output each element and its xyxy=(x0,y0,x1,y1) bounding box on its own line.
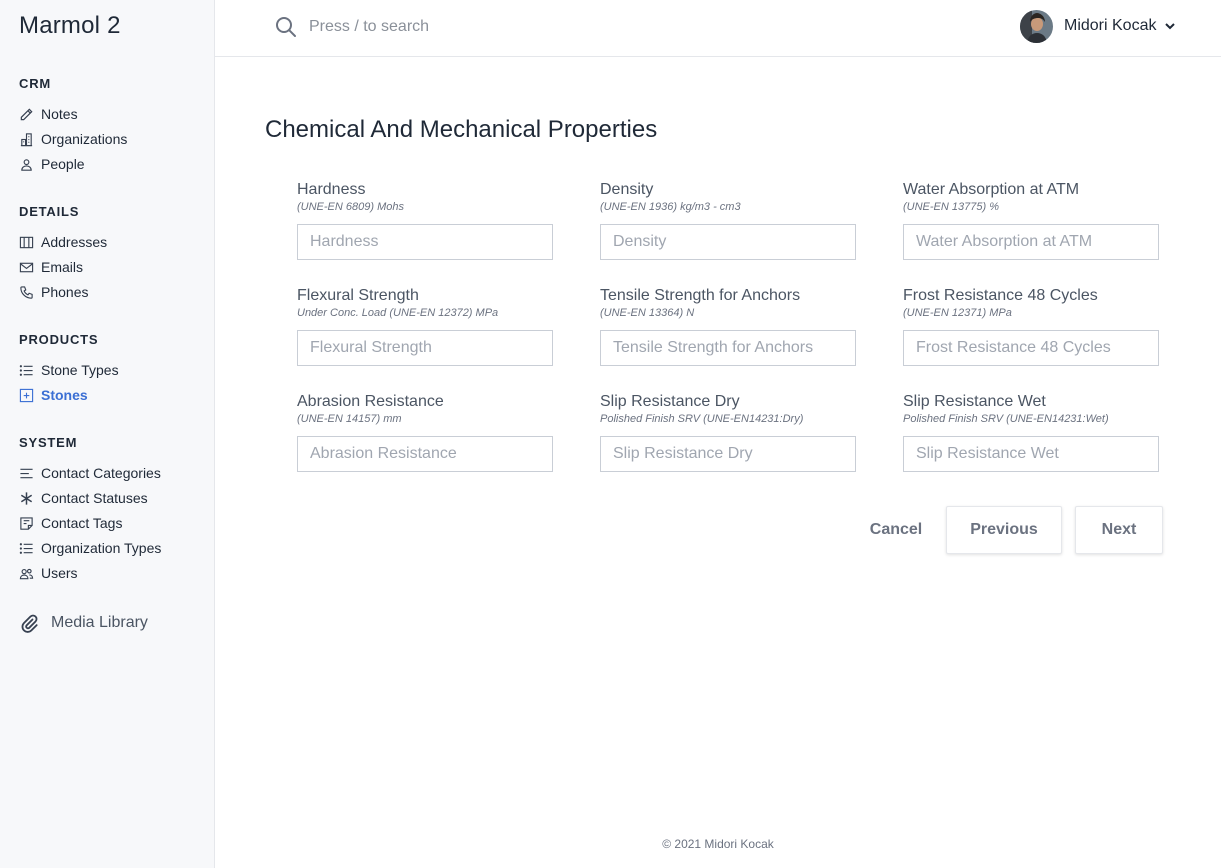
sidebar-item-people[interactable]: People xyxy=(19,153,85,175)
sidebar-section-details: DETAILS xyxy=(19,204,80,219)
field-hint: Under Conc. Load (UNE-EN 12372) MPa xyxy=(297,307,499,319)
paperclip-icon xyxy=(19,613,39,633)
previous-button[interactable]: Previous xyxy=(946,506,1062,554)
water-absorption-input[interactable] xyxy=(903,224,1159,260)
page-title: Chemical And Mechanical Properties xyxy=(265,116,658,143)
tag-note-icon xyxy=(19,516,34,531)
tensile-strength-field: Tensile Strength for Anchors (UNE-EN 133… xyxy=(600,286,856,366)
user-menu[interactable]: Midori Kocak xyxy=(1020,9,1176,43)
field-hint: (UNE-EN 1936) kg/m3 - cm3 xyxy=(600,201,741,213)
sidebar-item-label: Media Library xyxy=(51,614,148,631)
sidebar-item-users[interactable]: Users xyxy=(19,562,78,584)
abrasion-resistance-field: Abrasion Resistance (UNE-EN 14157) mm xyxy=(297,392,553,472)
map-icon xyxy=(19,235,34,250)
user-name: Midori Kocak xyxy=(1064,17,1157,34)
sidebar-item-phones[interactable]: Phones xyxy=(19,281,88,303)
slip-resistance-wet-input[interactable] xyxy=(903,436,1159,472)
chevron-down-icon xyxy=(1165,23,1176,30)
field-hint: (UNE-EN 6809) Mohs xyxy=(297,201,404,213)
density-field: Density (UNE-EN 1936) kg/m3 - cm3 xyxy=(600,180,856,260)
top-bar: Midori Kocak xyxy=(215,0,1221,57)
field-label: Tensile Strength for Anchors xyxy=(600,287,801,304)
menu-alt-icon xyxy=(19,466,34,481)
hardness-field: Hardness (UNE-EN 6809) Mohs xyxy=(297,180,553,260)
asterisk-icon xyxy=(19,491,34,506)
app-title: Marmol 2 xyxy=(19,12,121,39)
footer-copyright: © 2021 Midori Kocak xyxy=(662,837,774,851)
sidebar-item-organizations[interactable]: Organizations xyxy=(19,128,127,150)
field-label: Slip Resistance Dry xyxy=(600,393,740,410)
sidebar-item-label: Organization Types xyxy=(41,540,162,556)
sidebar-item-organization-types[interactable]: Organization Types xyxy=(19,537,161,559)
phone-icon xyxy=(19,285,34,300)
field-hint: (UNE-EN 13775) % xyxy=(903,201,999,213)
sidebar-item-contact-statuses[interactable]: Contact Statuses xyxy=(19,487,148,509)
field-label: Flexural Strength xyxy=(297,287,419,304)
sidebar-item-stone-types[interactable]: Stone Types xyxy=(19,359,119,381)
field-hint: (UNE-EN 14157) mm xyxy=(297,413,402,425)
field-hint: (UNE-EN 13364) N xyxy=(600,307,695,319)
field-label: Abrasion Resistance xyxy=(297,393,444,410)
pencil-icon xyxy=(19,107,34,122)
list-icon xyxy=(19,363,34,378)
tensile-strength-input[interactable] xyxy=(600,330,856,366)
field-hint: (UNE-EN 12371) MPa xyxy=(903,307,1012,319)
sidebar-item-label: Contact Categories xyxy=(41,465,161,481)
sidebar-item-label: Organizations xyxy=(41,131,128,147)
hardness-input[interactable] xyxy=(297,224,553,260)
sidebar-section-products: PRODUCTS xyxy=(19,332,99,347)
plus-square-icon xyxy=(19,388,34,403)
flexural-strength-input[interactable] xyxy=(297,330,553,366)
sidebar-item-notes[interactable]: Notes xyxy=(19,103,78,125)
avatar xyxy=(1020,9,1053,43)
search-input[interactable] xyxy=(309,14,729,40)
field-label: Density xyxy=(600,181,654,198)
sidebar-item-label: Users xyxy=(41,565,78,581)
sidebar-item-label: Contact Statuses xyxy=(41,490,148,506)
water-absorption-field: Water Absorption at ATM (UNE-EN 13775) % xyxy=(903,180,1159,260)
sidebar-item-contact-categories[interactable]: Contact Categories xyxy=(19,462,161,484)
field-label: Frost Resistance 48 Cycles xyxy=(903,287,1098,304)
sidebar: Marmol 2 CRM Notes Organizations People … xyxy=(0,0,215,868)
slip-resistance-dry-field: Slip Resistance Dry Polished Finish SRV … xyxy=(600,392,856,472)
office-building-icon xyxy=(19,132,34,147)
sidebar-item-addresses[interactable]: Addresses xyxy=(19,231,107,253)
density-input[interactable] xyxy=(600,224,856,260)
slip-resistance-wet-field: Slip Resistance Wet Polished Finish SRV … xyxy=(903,392,1159,472)
users-icon xyxy=(19,566,34,581)
cancel-button[interactable]: Cancel xyxy=(863,506,929,554)
mail-icon xyxy=(19,260,34,275)
sidebar-section-crm: CRM xyxy=(19,76,52,91)
sidebar-item-media-library[interactable]: Media Library xyxy=(19,612,148,634)
sidebar-item-contact-tags[interactable]: Contact Tags xyxy=(19,512,122,534)
field-hint: Polished Finish SRV (UNE-EN14231:Wet) xyxy=(903,413,1109,425)
sidebar-item-emails[interactable]: Emails xyxy=(19,256,83,278)
list-icon xyxy=(19,541,34,556)
flexural-strength-field: Flexural Strength Under Conc. Load (UNE-… xyxy=(297,286,553,366)
sidebar-item-label: People xyxy=(41,156,85,172)
frost-resistance-field: Frost Resistance 48 Cycles (UNE-EN 12371… xyxy=(903,286,1159,366)
sidebar-section-system: SYSTEM xyxy=(19,435,78,450)
field-label: Water Absorption at ATM xyxy=(903,181,1080,198)
sidebar-item-label: Contact Tags xyxy=(41,515,123,531)
slip-resistance-dry-input[interactable] xyxy=(600,436,856,472)
frost-resistance-input[interactable] xyxy=(903,330,1159,366)
sidebar-item-label: Stone Types xyxy=(41,362,119,378)
sidebar-item-label: Phones xyxy=(41,284,89,300)
field-label: Hardness xyxy=(297,181,366,198)
sidebar-item-label: Addresses xyxy=(41,234,108,250)
abrasion-resistance-input[interactable] xyxy=(297,436,553,472)
field-hint: Polished Finish SRV (UNE-EN14231:Dry) xyxy=(600,413,804,425)
next-button[interactable]: Next xyxy=(1075,506,1163,554)
search-icon xyxy=(276,17,296,37)
user-icon xyxy=(19,157,34,172)
sidebar-item-label: Emails xyxy=(41,259,84,275)
sidebar-item-label: Stones xyxy=(41,387,88,403)
sidebar-item-label: Notes xyxy=(41,106,78,122)
sidebar-item-stones[interactable]: Stones xyxy=(19,384,88,406)
field-label: Slip Resistance Wet xyxy=(903,393,1046,410)
